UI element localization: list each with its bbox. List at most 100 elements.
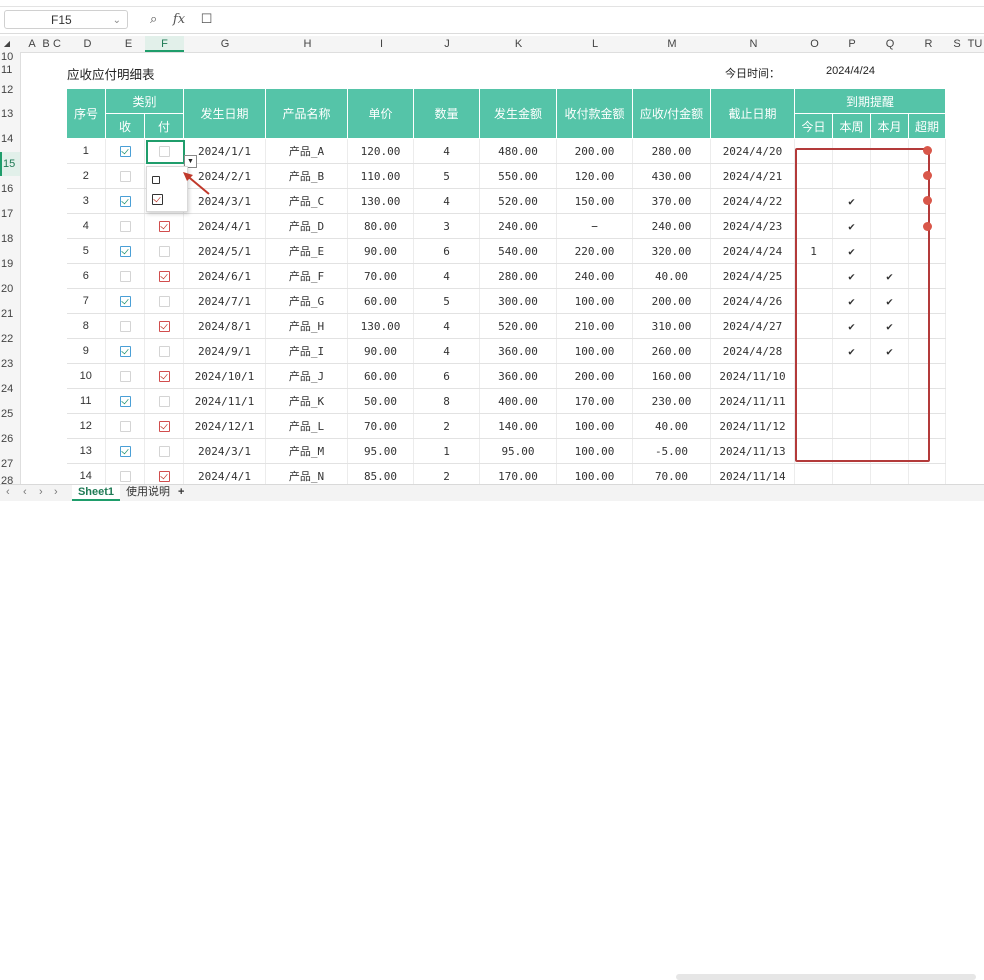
- next-sheet-icon[interactable]: ›: [39, 486, 43, 498]
- pay-checkbox[interactable]: [158, 371, 170, 382]
- deadline-cell[interactable]: 2024/11/14: [710, 463, 795, 484]
- date-cell[interactable]: 2024/8/1: [183, 313, 266, 339]
- deadline-cell[interactable]: 2024/11/13: [710, 438, 795, 464]
- seq-cell[interactable]: 1: [66, 138, 106, 164]
- balance-cell[interactable]: 430.00: [632, 163, 711, 189]
- price-cell[interactable]: 80.00: [347, 213, 414, 239]
- tab-sheet1[interactable]: Sheet1: [72, 485, 120, 501]
- balance-cell[interactable]: 40.00: [632, 413, 711, 439]
- row-header-28[interactable]: 28: [0, 476, 20, 485]
- price-cell[interactable]: 60.00: [347, 288, 414, 314]
- receive-checkbox[interactable]: [119, 196, 131, 207]
- receive-checkbox[interactable]: [119, 446, 131, 457]
- pay-checkbox[interactable]: [158, 421, 170, 432]
- amount-cell[interactable]: 240.00: [479, 213, 557, 239]
- column-header-b[interactable]: B: [41, 36, 51, 52]
- receive-checkbox[interactable]: [119, 421, 131, 432]
- column-header-h[interactable]: H: [266, 36, 349, 52]
- balance-cell[interactable]: 240.00: [632, 213, 711, 239]
- pay-cell[interactable]: [144, 213, 184, 239]
- pay-cell[interactable]: [144, 238, 184, 264]
- price-cell[interactable]: 85.00: [347, 463, 414, 484]
- deadline-cell[interactable]: 2024/4/28: [710, 338, 795, 364]
- date-cell[interactable]: 2024/12/1: [183, 413, 266, 439]
- qty-cell[interactable]: 4: [413, 263, 480, 289]
- column-header-s[interactable]: S: [948, 36, 966, 52]
- recv-cell[interactable]: [105, 313, 145, 339]
- seq-cell[interactable]: 9: [66, 338, 106, 364]
- balance-cell[interactable]: 40.00: [632, 263, 711, 289]
- balance-cell[interactable]: 310.00: [632, 313, 711, 339]
- product-cell[interactable]: 产品_I: [265, 338, 348, 364]
- chevron-down-icon[interactable]: ⌄: [113, 11, 121, 30]
- column-header-p[interactable]: P: [833, 36, 871, 52]
- receive-checkbox[interactable]: [119, 346, 131, 357]
- date-cell[interactable]: 2024/7/1: [183, 288, 266, 314]
- column-header-d[interactable]: D: [63, 36, 112, 52]
- product-cell[interactable]: 产品_G: [265, 288, 348, 314]
- receive-checkbox[interactable]: [119, 296, 131, 307]
- deadline-cell[interactable]: 2024/4/24: [710, 238, 795, 264]
- product-cell[interactable]: 产品_J: [265, 363, 348, 389]
- row-header-16[interactable]: 16: [0, 177, 20, 201]
- pay-checkbox[interactable]: [158, 221, 170, 232]
- pay-checkbox[interactable]: [158, 246, 170, 257]
- column-header-j[interactable]: J: [414, 36, 480, 52]
- recv-cell[interactable]: [105, 238, 145, 264]
- row-header-24[interactable]: 24: [0, 377, 20, 401]
- row-header-25[interactable]: 25: [0, 402, 20, 426]
- sheet-grid[interactable]: 应收应付明细表 今日时间： 2024/4/24 序号 类别 发生日期 产品名称 …: [21, 52, 984, 484]
- product-cell[interactable]: 产品_N: [265, 463, 348, 484]
- seq-cell[interactable]: 5: [66, 238, 106, 264]
- pay-checkbox[interactable]: [158, 271, 170, 282]
- row-header-21[interactable]: 21: [0, 302, 20, 326]
- amount-cell[interactable]: 360.00: [479, 363, 557, 389]
- active-cell[interactable]: [146, 140, 185, 164]
- first-sheet-icon[interactable]: ‹: [6, 486, 10, 498]
- column-header-o[interactable]: O: [796, 36, 833, 52]
- today-cell[interactable]: [794, 463, 833, 484]
- paid-cell[interactable]: 100.00: [556, 338, 633, 364]
- paid-cell[interactable]: 100.00: [556, 463, 633, 484]
- amount-cell[interactable]: 300.00: [479, 288, 557, 314]
- price-cell[interactable]: 130.00: [347, 313, 414, 339]
- recv-cell[interactable]: [105, 263, 145, 289]
- deadline-cell[interactable]: 2024/4/27: [710, 313, 795, 339]
- function-icon[interactable]: fx: [173, 12, 185, 27]
- amount-cell[interactable]: 540.00: [479, 238, 557, 264]
- date-cell[interactable]: 2024/3/1: [183, 438, 266, 464]
- price-cell[interactable]: 50.00: [347, 388, 414, 414]
- column-header-tu[interactable]: TU: [966, 36, 984, 52]
- pay-checkbox[interactable]: [158, 321, 170, 332]
- date-cell[interactable]: 2024/6/1: [183, 263, 266, 289]
- recv-cell[interactable]: [105, 338, 145, 364]
- seq-cell[interactable]: 3: [66, 188, 106, 214]
- qty-cell[interactable]: 5: [413, 163, 480, 189]
- qty-cell[interactable]: 6: [413, 238, 480, 264]
- receive-checkbox[interactable]: [119, 146, 131, 157]
- recv-cell[interactable]: [105, 413, 145, 439]
- recv-cell[interactable]: [105, 288, 145, 314]
- pay-cell[interactable]: [144, 288, 184, 314]
- row-header-11[interactable]: 11: [0, 63, 20, 77]
- pay-cell[interactable]: [144, 463, 184, 484]
- price-cell[interactable]: 95.00: [347, 438, 414, 464]
- deadline-cell[interactable]: 2024/4/21: [710, 163, 795, 189]
- seq-cell[interactable]: 10: [66, 363, 106, 389]
- deadline-cell[interactable]: 2024/11/12: [710, 413, 795, 439]
- qty-cell[interactable]: 2: [413, 413, 480, 439]
- balance-cell[interactable]: 320.00: [632, 238, 711, 264]
- column-header-f[interactable]: F: [145, 36, 184, 52]
- paid-cell[interactable]: 100.00: [556, 413, 633, 439]
- balance-cell[interactable]: 230.00: [632, 388, 711, 414]
- qty-cell[interactable]: 3: [413, 213, 480, 239]
- paid-cell[interactable]: 200.00: [556, 363, 633, 389]
- column-header-l[interactable]: L: [557, 36, 633, 52]
- paid-cell[interactable]: 100.00: [556, 438, 633, 464]
- product-cell[interactable]: 产品_D: [265, 213, 348, 239]
- row-header-19[interactable]: 19: [0, 252, 20, 276]
- pay-cell[interactable]: [144, 438, 184, 464]
- amount-cell[interactable]: 480.00: [479, 138, 557, 164]
- product-cell[interactable]: 产品_B: [265, 163, 348, 189]
- product-cell[interactable]: 产品_H: [265, 313, 348, 339]
